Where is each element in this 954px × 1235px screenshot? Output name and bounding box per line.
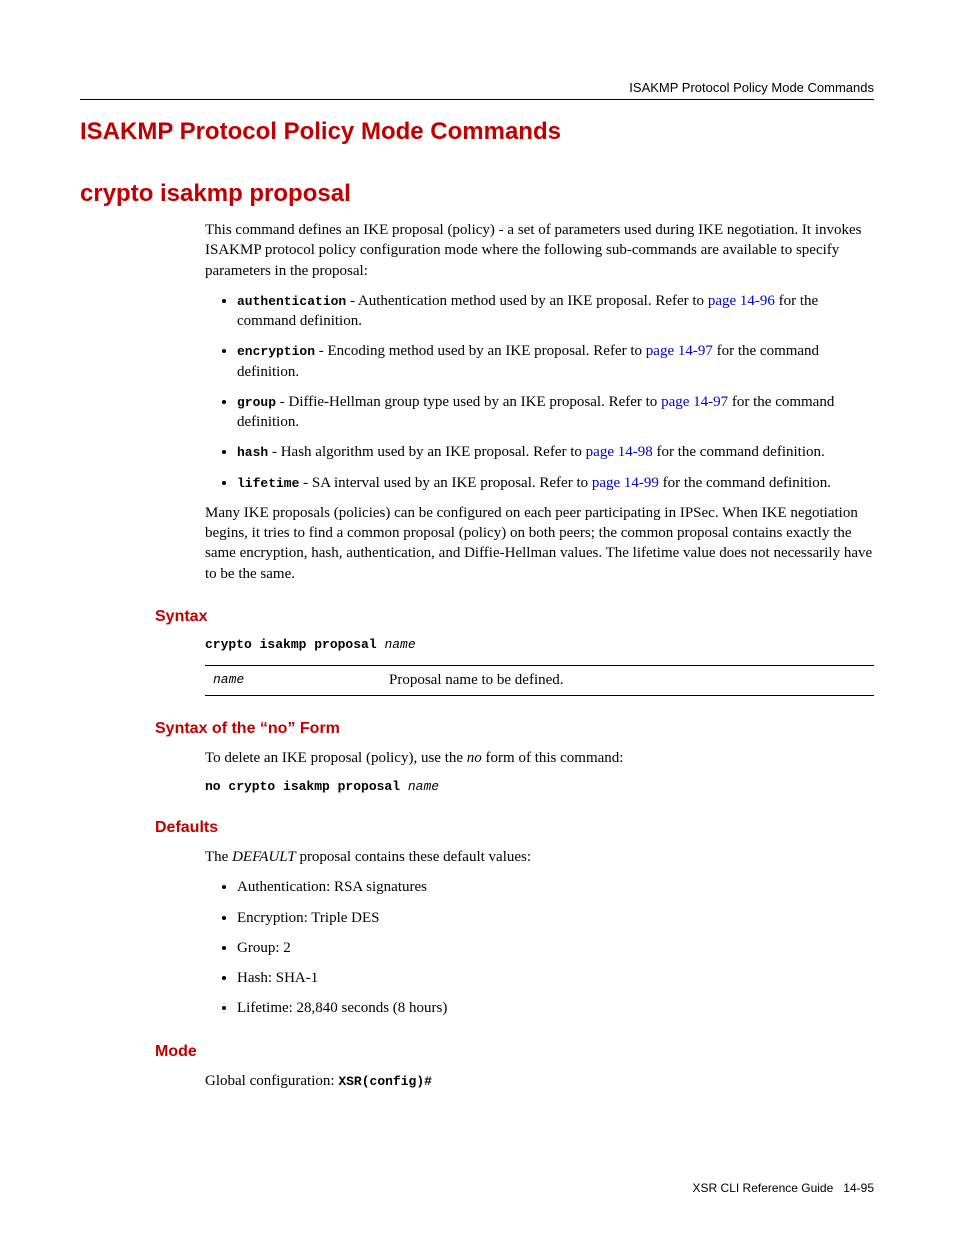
list-item: Encryption: Triple DES: [237, 908, 874, 928]
noform-block: To delete an IKE proposal (policy), use …: [205, 748, 874, 795]
section-title: ISAKMP Protocol Policy Mode Commands: [80, 118, 874, 146]
mode-code: XSR(config)#: [338, 1074, 432, 1089]
command-title: crypto isakmp proposal: [80, 180, 874, 208]
sub-text: - Hash algorithm used by an IKE proposal…: [268, 444, 585, 460]
noform-post: form of this command:: [482, 750, 624, 766]
page-footer: XSR CLI Reference Guide 14-95: [693, 1181, 874, 1195]
intro-block: This command defines an IKE proposal (po…: [205, 220, 874, 584]
param-table: name Proposal name to be defined.: [205, 665, 874, 696]
page-link[interactable]: page 14-97: [646, 343, 713, 359]
mode-heading: Mode: [155, 1043, 874, 1061]
page-link[interactable]: page 14-96: [708, 293, 775, 309]
noform-heading: Syntax of the “no” Form: [155, 720, 874, 738]
list-item: Group: 2: [237, 938, 874, 958]
list-item: encryption - Encoding method used by an …: [237, 341, 874, 382]
mode-line: Global configuration: XSR(config)#: [205, 1071, 874, 1091]
sub-cmd: lifetime: [237, 476, 299, 491]
syntax-heading: Syntax: [155, 608, 874, 626]
page: ISAKMP Protocol Policy Mode Commands ISA…: [0, 0, 954, 1235]
syntax-line: crypto isakmp proposal name: [205, 636, 874, 653]
defaults-post: proposal contains these default values:: [296, 849, 531, 865]
list-item: Lifetime: 28,840 seconds (8 hours): [237, 998, 874, 1018]
list-item: hash - Hash algorithm used by an IKE pro…: [237, 442, 874, 462]
page-link[interactable]: page 14-99: [592, 475, 659, 491]
defaults-block: The DEFAULT proposal contains these defa…: [205, 847, 874, 1019]
sub-text: - Diffie-Hellman group type used by an I…: [276, 394, 661, 410]
mode-pre: Global configuration:: [205, 1073, 338, 1089]
defaults-intro: The DEFAULT proposal contains these defa…: [205, 847, 874, 867]
defaults-pre: The: [205, 849, 232, 865]
sub-cmd: hash: [237, 445, 268, 460]
syntax-arg: name: [384, 637, 415, 652]
intro-paragraph: This command defines an IKE proposal (po…: [205, 220, 874, 281]
footer-book: XSR CLI Reference Guide: [693, 1181, 834, 1195]
noform-arg: name: [408, 779, 439, 794]
sub-cmd: encryption: [237, 344, 315, 359]
footer-page: 14-95: [843, 1181, 874, 1195]
param-name: name: [205, 665, 381, 695]
subcommand-list: authentication - Authentication method u…: [205, 291, 874, 493]
noform-pre: To delete an IKE proposal (policy), use …: [205, 750, 467, 766]
defaults-heading: Defaults: [155, 819, 874, 837]
sub-text-post: for the command definition.: [653, 444, 825, 460]
intro2-paragraph: Many IKE proposals (policies) can be con…: [205, 503, 874, 584]
list-item: Hash: SHA-1: [237, 968, 874, 988]
param-desc: Proposal name to be defined.: [381, 665, 874, 695]
sub-text: - Authentication method used by an IKE p…: [346, 293, 708, 309]
table-row: name Proposal name to be defined.: [205, 665, 874, 695]
page-link[interactable]: page 14-97: [661, 394, 728, 410]
noform-cmd: no crypto isakmp proposal: [205, 779, 408, 794]
sub-text-post: for the command definition.: [659, 475, 831, 491]
syntax-block: crypto isakmp proposal name name Proposa…: [205, 636, 874, 696]
sub-cmd: authentication: [237, 294, 346, 309]
list-item: lifetime - SA interval used by an IKE pr…: [237, 473, 874, 493]
noform-desc: To delete an IKE proposal (policy), use …: [205, 748, 874, 768]
defaults-em: DEFAULT: [232, 849, 296, 865]
syntax-cmd: crypto isakmp proposal: [205, 637, 384, 652]
noform-syntax-line: no crypto isakmp proposal name: [205, 778, 874, 795]
sub-text: - Encoding method used by an IKE proposa…: [315, 343, 646, 359]
sub-cmd: group: [237, 395, 276, 410]
mode-block: Global configuration: XSR(config)#: [205, 1071, 874, 1091]
list-item: Authentication: RSA signatures: [237, 877, 874, 897]
list-item: authentication - Authentication method u…: [237, 291, 874, 332]
sub-text: - SA interval used by an IKE proposal. R…: [299, 475, 591, 491]
noform-em: no: [467, 750, 482, 766]
page-link[interactable]: page 14-98: [586, 444, 653, 460]
defaults-list: Authentication: RSA signatures Encryptio…: [205, 877, 874, 1018]
running-head: ISAKMP Protocol Policy Mode Commands: [80, 80, 874, 100]
list-item: group - Diffie-Hellman group type used b…: [237, 392, 874, 433]
